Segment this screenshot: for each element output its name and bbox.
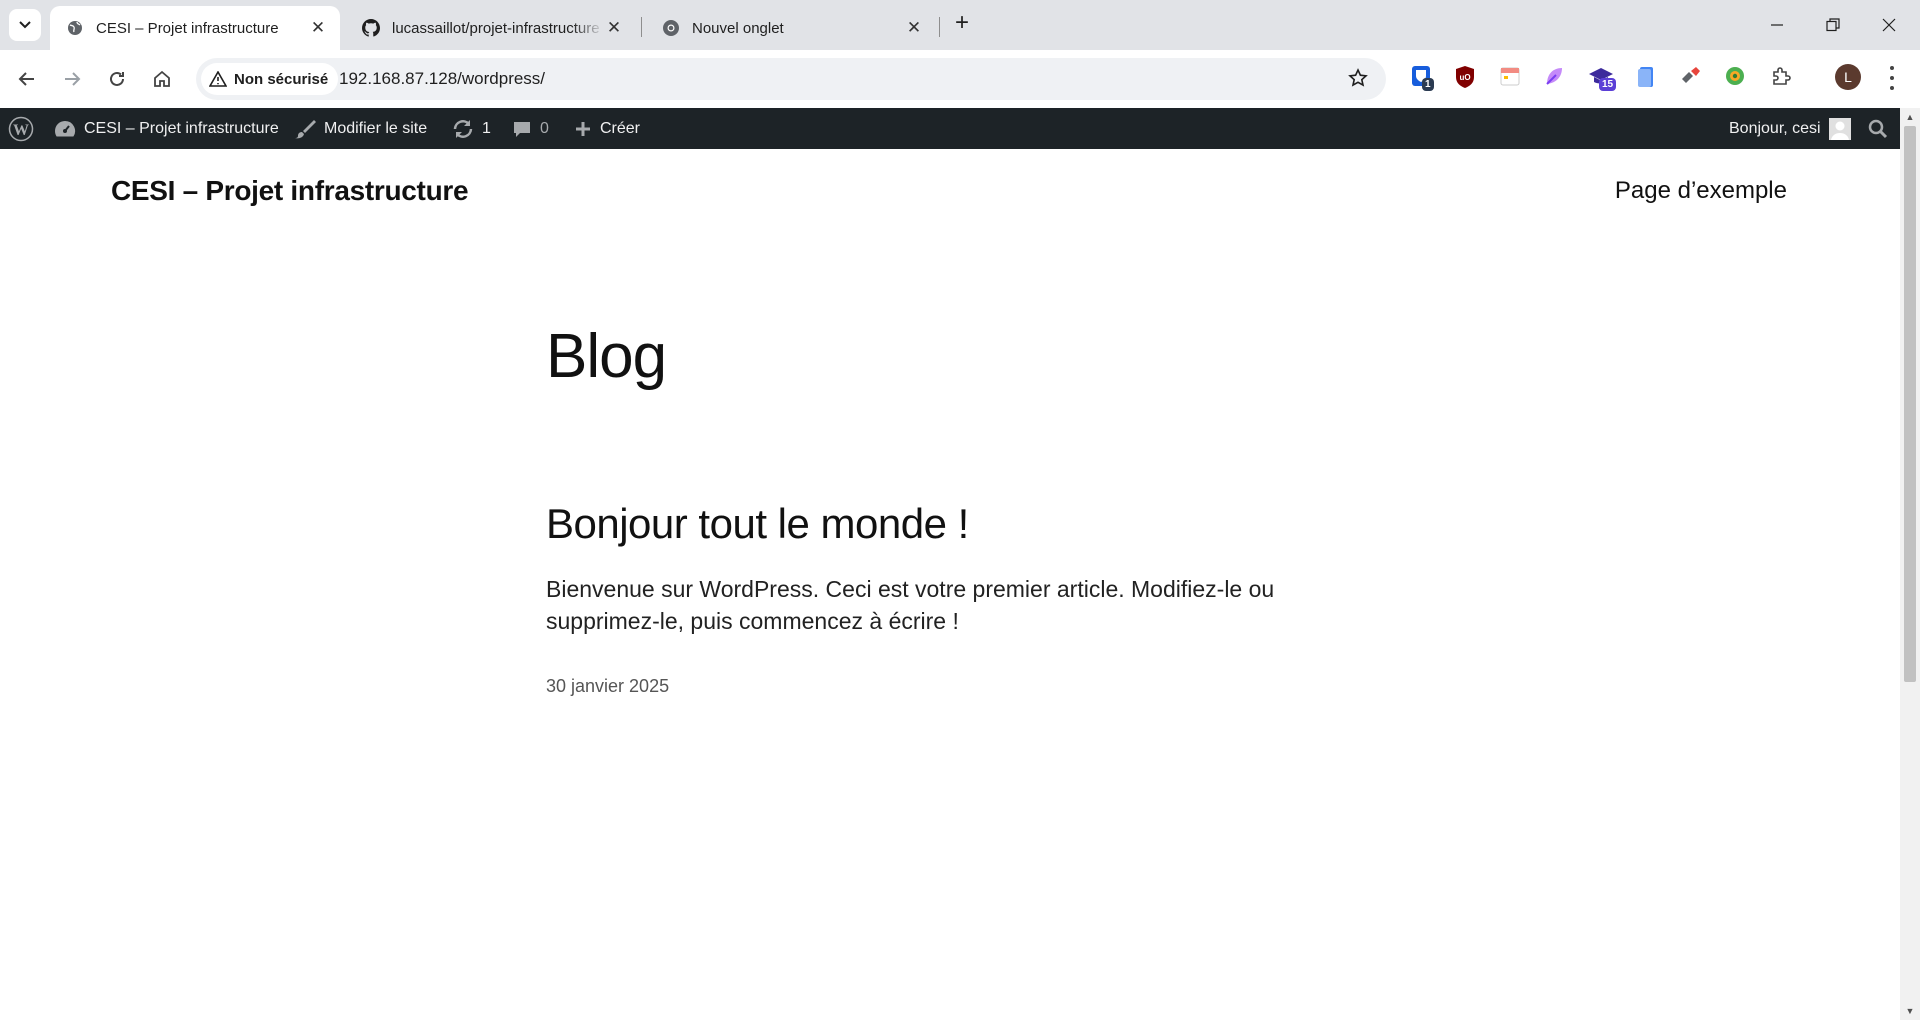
adminbar-site-name[interactable]: CESI – Projet infrastructure <box>54 108 279 149</box>
adminbar-new-label: Créer <box>600 119 641 137</box>
tab-title: Nouvel onglet <box>692 19 784 37</box>
address-bar[interactable]: Non sécurisé 192.168.87.128/wordpress/ <box>196 58 1386 100</box>
page-viewport: CESI – Projet infrastructure Page d’exem… <box>0 149 1900 1020</box>
adminbar-comments[interactable]: 0 <box>512 108 549 149</box>
scroll-up-arrow-icon[interactable]: ▲ <box>1900 108 1920 126</box>
close-icon <box>1882 18 1896 32</box>
svg-text:uO: uO <box>1459 73 1470 82</box>
tab-title: CESI – Projet infrastructure <box>96 19 279 37</box>
nav-link-sample-page[interactable]: Page d’exemple <box>1615 177 1787 205</box>
tab-cesi[interactable]: CESI – Projet infrastructure ✕ <box>50 6 340 50</box>
scrollbar-thumb[interactable] <box>1904 126 1916 682</box>
adminbar-edit-label: Modifier le site <box>324 119 428 137</box>
close-window-button[interactable] <box>1874 10 1904 40</box>
wordpress-icon: W <box>8 116 34 141</box>
arrow-right-icon <box>65 72 81 86</box>
post-title[interactable]: Bonjour tout le monde ! <box>546 500 969 548</box>
adminbar-new[interactable]: Créer <box>574 108 640 149</box>
adminbar-search[interactable] <box>1868 108 1888 149</box>
profile-initial: L <box>1844 69 1852 85</box>
page-heading: Blog <box>546 322 667 391</box>
wordpress-logo-button[interactable]: W <box>8 108 34 149</box>
tab-search-button[interactable] <box>9 9 41 41</box>
new-tab-button[interactable]: + <box>950 11 974 36</box>
user-avatar-icon <box>1828 117 1851 140</box>
post-date[interactable]: 30 janvier 2025 <box>546 676 669 697</box>
profile-avatar[interactable]: L <box>1835 64 1861 90</box>
education-extension-icon[interactable]: 15 <box>1588 65 1617 91</box>
dashboard-icon <box>54 119 76 139</box>
extension-badge: 1 <box>1422 78 1434 91</box>
page-scrollbar[interactable]: ▲ ▼ <box>1900 108 1920 1020</box>
search-icon <box>1868 119 1888 138</box>
minimize-icon <box>1771 24 1783 26</box>
minimize-button[interactable] <box>1762 10 1792 40</box>
restore-button[interactable] <box>1818 10 1848 40</box>
post-excerpt: Bienvenue sur WordPress. Ceci est votre … <box>546 576 1275 634</box>
adminbar-updates[interactable]: 1 <box>452 108 491 149</box>
globe-icon <box>66 19 84 37</box>
tools-extension-icon[interactable] <box>1679 65 1703 89</box>
extension-badge: 15 <box>1599 78 1617 91</box>
restore-icon <box>1826 18 1840 32</box>
forward-button[interactable] <box>54 61 90 97</box>
update-icon <box>452 119 474 139</box>
reload-button[interactable] <box>99 61 135 97</box>
home-button[interactable] <box>144 61 180 97</box>
phone-extension-icon[interactable] <box>1635 65 1659 89</box>
feather-extension-icon[interactable] <box>1543 65 1567 89</box>
tab-github[interactable]: lucassaillot/projet-infrastructure ✕ <box>346 6 636 50</box>
greeting-text: Bonjour, cesi <box>1729 119 1821 137</box>
plus-icon <box>574 120 592 138</box>
calendar-extension-icon[interactable] <box>1499 65 1523 89</box>
updates-count: 1 <box>482 119 491 137</box>
brush-icon <box>294 119 316 139</box>
puzzle-icon[interactable] <box>1770 65 1794 89</box>
adminbar-edit-site[interactable]: Modifier le site <box>294 108 427 149</box>
security-label: Non sécurisé <box>234 70 329 88</box>
close-icon[interactable]: ✕ <box>904 18 924 38</box>
bitwarden-extension-icon[interactable]: 1 <box>1410 65 1434 91</box>
back-button[interactable] <box>9 61 45 97</box>
tab-separator <box>939 17 940 37</box>
tab-strip: CESI – Projet infrastructure ✕ lucassail… <box>0 0 1920 50</box>
chevron-down-icon <box>19 21 31 29</box>
comment-icon <box>512 119 532 139</box>
tab-separator <box>641 17 642 37</box>
gear-extension-icon[interactable] <box>1724 65 1748 89</box>
adminbar-my-account[interactable]: Bonjour, cesi <box>1729 108 1851 149</box>
svg-text:W: W <box>13 122 29 139</box>
arrow-left-icon <box>18 72 34 86</box>
wp-admin-bar: W CESI – Projet infrastructure Modifier … <box>0 108 1920 149</box>
site-title[interactable]: CESI – Projet infrastructure <box>111 175 469 207</box>
url-text[interactable]: 192.168.87.128/wordpress/ <box>339 69 545 89</box>
close-icon[interactable]: ✕ <box>604 18 624 38</box>
tab-new[interactable]: Nouvel onglet ✕ <box>646 6 936 50</box>
browser-toolbar: Non sécurisé 192.168.87.128/wordpress/ 1… <box>0 50 1920 108</box>
ublock-icon[interactable]: uO <box>1454 65 1478 89</box>
kebab-menu-icon[interactable] <box>1882 66 1902 90</box>
adminbar-site-label: CESI – Projet infrastructure <box>84 119 279 137</box>
reload-icon <box>110 71 124 86</box>
home-icon <box>154 70 170 87</box>
chrome-icon <box>662 19 680 37</box>
comments-count: 0 <box>540 119 549 137</box>
tab-title: lucassaillot/projet-infrastructure <box>392 19 600 37</box>
close-icon[interactable]: ✕ <box>308 18 328 38</box>
security-chip[interactable]: Non sécurisé <box>201 63 339 95</box>
bookmark-star-icon[interactable] <box>1348 68 1368 93</box>
warning-icon <box>209 71 227 87</box>
scroll-down-arrow-icon[interactable]: ▼ <box>1900 1002 1920 1020</box>
github-icon <box>362 19 380 37</box>
